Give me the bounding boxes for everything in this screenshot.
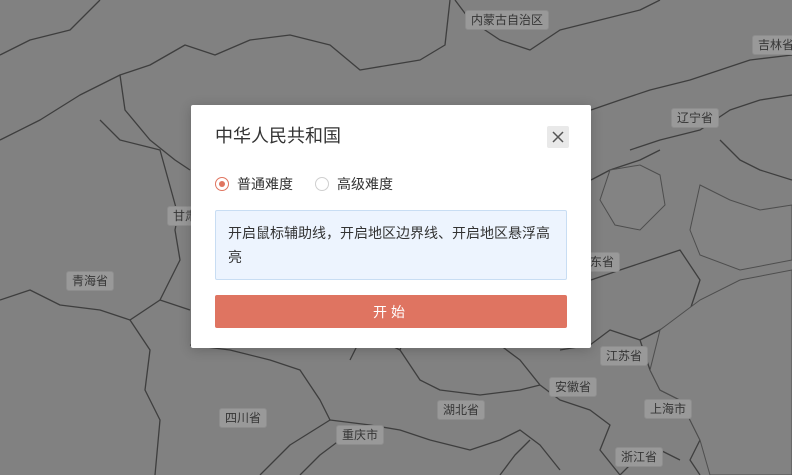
difficulty-dialog: 中华人民共和国 普通难度 高级难度 开启鼠标辅助线，开启地区边界线、开启地区悬浮… [191, 105, 591, 348]
close-icon [552, 131, 564, 143]
radio-advanced-difficulty[interactable]: 高级难度 [315, 174, 393, 194]
start-button[interactable]: 开始 [215, 295, 567, 328]
radio-label: 普通难度 [237, 177, 293, 193]
radio-label: 高级难度 [337, 177, 393, 193]
radio-normal-difficulty[interactable]: 普通难度 [215, 174, 293, 194]
radio-unchecked-icon[interactable] [315, 177, 329, 191]
dialog-title: 中华人民共和国 [215, 126, 341, 147]
close-button[interactable] [547, 126, 569, 148]
mode-description: 开启鼠标辅助线，开启地区边界线、开启地区悬浮高亮 [215, 210, 567, 280]
radio-checked-icon[interactable] [215, 177, 229, 191]
difficulty-radio-group: 普通难度 高级难度 [215, 174, 393, 194]
